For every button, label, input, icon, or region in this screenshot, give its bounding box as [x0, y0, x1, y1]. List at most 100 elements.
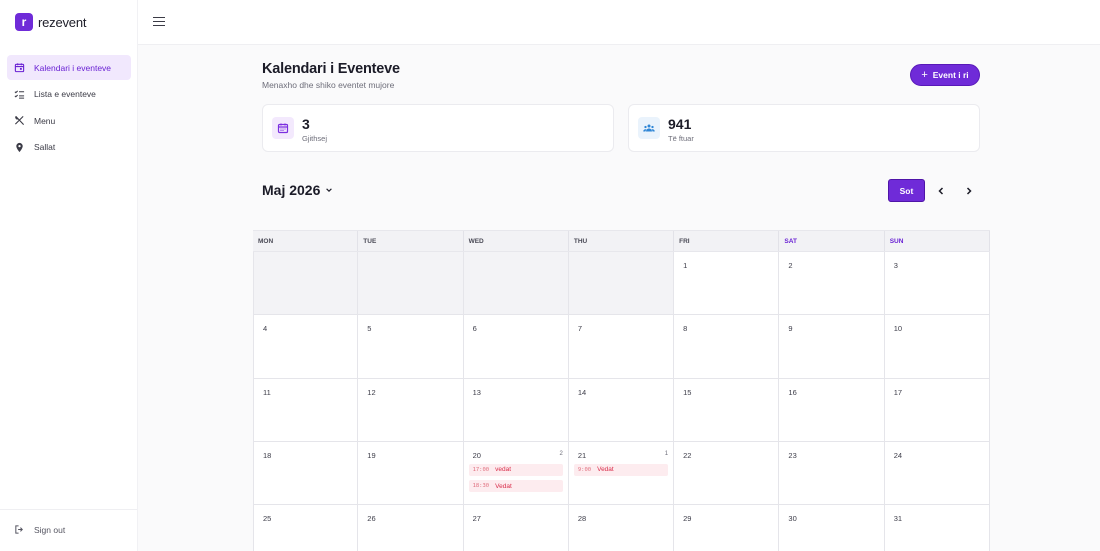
calendar-day-cell[interactable]: 21 1 9:00 Vedat [568, 441, 675, 505]
day-number: 25 [263, 514, 272, 524]
sidebar-nav: Kalendari i eventeve Lista e eventeve Me… [7, 55, 131, 161]
page-title: Kalendari i Eventeve [262, 61, 400, 77]
sidebar-item-label: Sallat [34, 142, 56, 152]
calendar-day-cell[interactable]: 20 2 17:00 vedat 18:30 Vedat [463, 441, 569, 505]
event-name: Vedat [597, 466, 614, 474]
chevron-left-icon[interactable] [935, 185, 947, 197]
day-number: 9 [788, 324, 793, 334]
month-selector[interactable]: Maj 2026 [262, 182, 333, 198]
calendar-empty-cell [358, 252, 464, 315]
calendar-day-cell[interactable]: 26 [358, 505, 464, 551]
hamburger-menu-icon[interactable] [153, 17, 165, 28]
calendar-day-cell[interactable]: 12 [358, 378, 464, 441]
sign-out-button[interactable]: Sign out [14, 524, 65, 535]
sign-out-label: Sign out [34, 524, 66, 535]
event-chip[interactable]: 18:30 Vedat [468, 480, 563, 493]
sidebar: r rezevent Kalendari i eventeve Lista e … [0, 0, 138, 551]
calendar-day-cell[interactable]: 9 [779, 315, 885, 378]
calendar-icon [277, 123, 289, 134]
calendar-day-cell[interactable]: 30 [779, 505, 885, 551]
new-event-button[interactable]: + Event i ri [910, 64, 980, 86]
sidebar-item-label: Lista e eventeve [34, 89, 96, 99]
calendar-day-cell[interactable]: 29 [674, 505, 780, 551]
event-time: 17:00 [472, 466, 490, 473]
calendar-day-cell[interactable]: 23 [779, 441, 885, 505]
event-chip[interactable]: 9:00 Vedat [573, 463, 669, 476]
sidebar-item-event-list[interactable]: Lista e eventeve [7, 82, 131, 107]
map-pin-icon [16, 142, 23, 152]
sidebar-item-label: Menu [34, 115, 56, 126]
calendar-day-cell[interactable]: 17 [884, 378, 990, 441]
calendar-day-cell[interactable]: 25 [253, 505, 359, 551]
calendar-day-cell[interactable]: 8 [674, 315, 780, 378]
calendar-week-row: 11 12 13 14 15 16 17 [253, 378, 990, 442]
calendar-week-row: 1 2 3 [253, 252, 990, 316]
calendar-week-row: 25 26 27 28 29 30 31 [253, 505, 990, 551]
event-name: Vedat [495, 482, 512, 490]
stat-card-guests: 941 Të ftuar [628, 104, 980, 152]
sign-out-icon [15, 525, 23, 534]
day-number: 7 [577, 324, 583, 334]
day-number: 1 [683, 261, 688, 270]
calendar-day-cell[interactable]: 24 [884, 441, 990, 505]
calendar-day-cell[interactable]: 7 [568, 315, 675, 378]
calendar-week-row: 18 19 20 2 17:00 vedat 18:30 Vedat 21 1 9:00 Vedat 2… [253, 441, 990, 506]
calendar-day-cell[interactable]: 3 [884, 252, 990, 315]
sidebar-item-menu[interactable]: Menu [7, 108, 131, 133]
calendar-day-cell[interactable]: 5 [358, 315, 464, 378]
day-number: 26 [367, 514, 376, 524]
day-number: 23 [788, 450, 797, 460]
calendar-empty-cell [463, 252, 569, 315]
day-number: 14 [577, 387, 587, 397]
event-count: 2 [559, 450, 563, 457]
logo[interactable]: r rezevent [15, 13, 86, 31]
day-number: 27 [472, 514, 481, 524]
calendar-day-cell[interactable]: 14 [568, 378, 675, 441]
calendar-day-cell[interactable]: 2 [779, 252, 885, 315]
calendar-day-cell[interactable]: 1 [674, 252, 780, 315]
day-number: 28 [577, 514, 587, 524]
sidebar-item-calendar[interactable]: Kalendari i eventeve [7, 55, 131, 80]
chevron-right-icon[interactable] [963, 185, 975, 197]
calendar-day-cell[interactable]: 15 [674, 378, 780, 441]
day-number: 20 [472, 450, 481, 460]
calendar-day-cell[interactable]: 27 [463, 505, 569, 551]
weekday-tue: TUE [358, 231, 464, 251]
calendar-day-cell[interactable]: 11 [253, 378, 359, 441]
weekday-wed: WED [464, 231, 569, 251]
calendar-day-cell[interactable]: 22 [674, 441, 780, 505]
sidebar-item-halls[interactable]: Sallat [7, 135, 131, 160]
calendar-empty-cell [568, 252, 675, 315]
stat-icon-box [638, 117, 660, 139]
stat-icon-box [272, 117, 294, 139]
event-time: 9:00 [577, 466, 592, 473]
day-number: 5 [367, 324, 372, 334]
calendar-day-cell[interactable]: 28 [568, 505, 675, 551]
calendar-day-cell[interactable]: 10 [884, 315, 990, 378]
utensils-icon [14, 115, 25, 126]
calendar-day-cell[interactable]: 4 [253, 315, 359, 378]
day-number: 4 [263, 324, 268, 334]
weekday-sun: SUN [885, 231, 990, 251]
day-number: 3 [893, 261, 898, 270]
calendar-day-cell[interactable]: 31 [884, 505, 990, 551]
calendar-day-cell[interactable]: 13 [463, 378, 569, 441]
day-number: 11 [263, 387, 271, 397]
calendar-day-cell[interactable]: 19 [358, 441, 464, 505]
calendar-day-cell[interactable]: 16 [779, 378, 885, 441]
stat-label: Gjithsej [302, 134, 328, 143]
today-button[interactable]: Sot [888, 179, 925, 202]
day-number: 19 [367, 450, 376, 460]
sidebar-item-label: Kalendari i eventeve [34, 62, 112, 73]
page-subtitle: Menaxho dhe shiko eventet mujore [262, 80, 395, 90]
calendar-day-cell[interactable]: 18 [253, 441, 359, 505]
event-chip[interactable]: 17:00 vedat [468, 463, 563, 476]
stat-value: 3 [302, 116, 310, 132]
day-number: 16 [788, 387, 797, 397]
day-number: 13 [472, 387, 481, 397]
day-number: 15 [683, 387, 692, 397]
day-number: 29 [683, 514, 692, 524]
calendar-day-cell[interactable]: 6 [463, 315, 569, 378]
event-time: 18:30 [472, 483, 490, 490]
chevron-down-icon [326, 188, 333, 192]
